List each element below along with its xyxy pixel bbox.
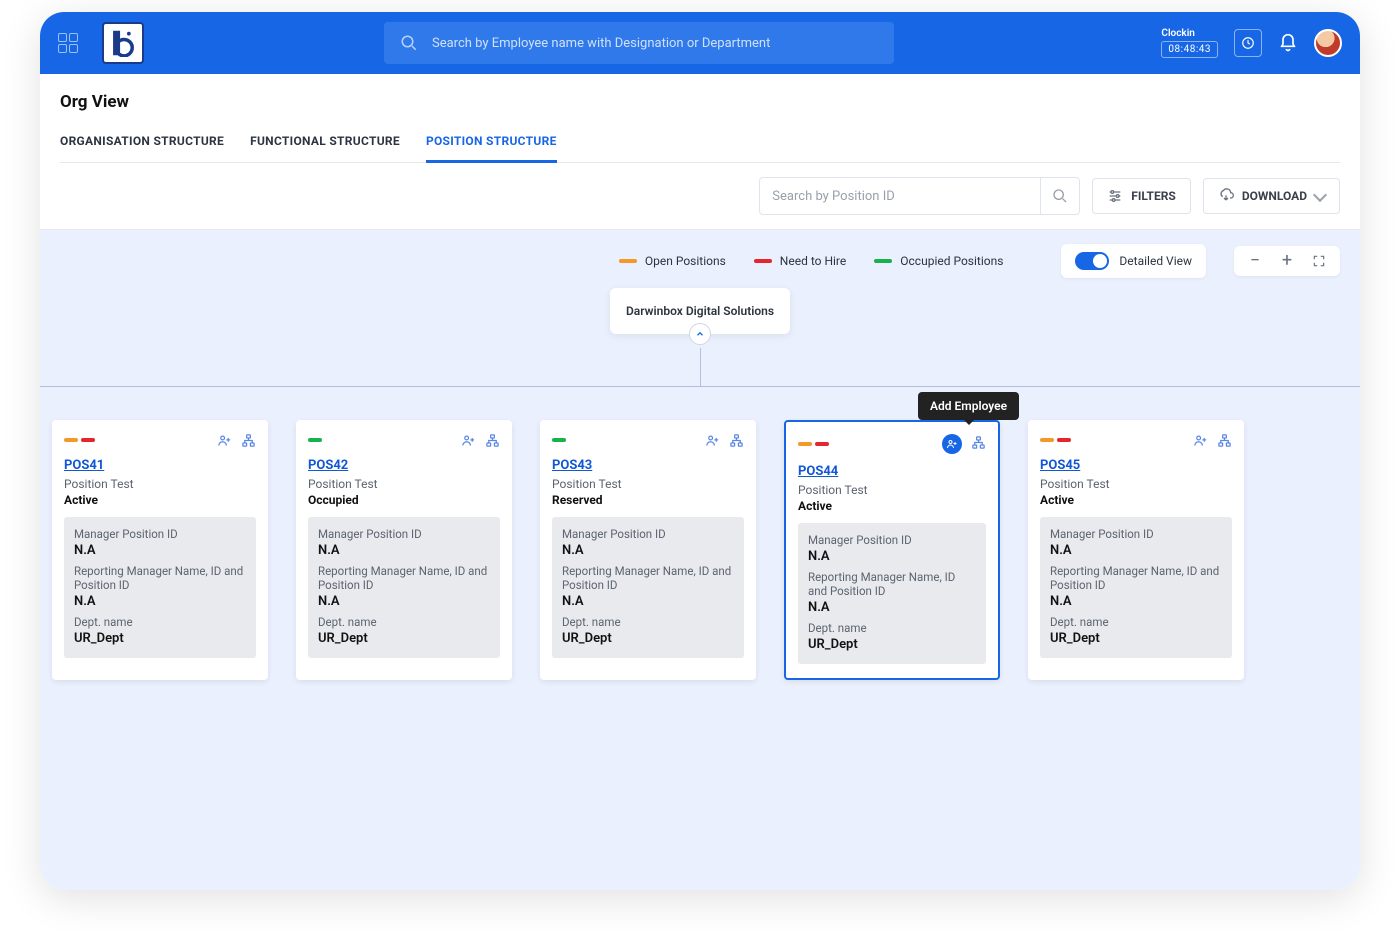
position-card[interactable]: POS45 Position Test Active Manager Position… — [1028, 420, 1244, 680]
add-employee-icon[interactable] — [942, 434, 962, 454]
zoom-in-button[interactable]: + — [1278, 252, 1296, 270]
tabs: ORGANISATION STRUCTURE FUNCTIONAL STRUCTU… — [60, 124, 1340, 163]
page-title: Org View — [60, 92, 1340, 112]
position-title: Position Test — [798, 483, 986, 497]
bell-icon[interactable] — [1278, 33, 1298, 53]
status-bars — [64, 438, 95, 442]
status-bars — [798, 442, 829, 446]
org-tree-icon[interactable] — [728, 432, 744, 448]
org-canvas[interactable]: Open Positions Need to Hire Occupied Pos… — [40, 230, 1360, 890]
sliders-icon — [1107, 188, 1123, 204]
position-card[interactable]: POS42 Position Test Occupied Manager Positi… — [296, 420, 512, 680]
collapse-button[interactable] — [689, 323, 711, 345]
logo[interactable] — [102, 22, 144, 64]
status-bars — [552, 438, 566, 442]
add-employee-icon[interactable] — [216, 432, 232, 448]
position-id-link[interactable]: POS45 — [1040, 458, 1080, 473]
add-employee-icon[interactable] — [704, 432, 720, 448]
expand-icon — [1312, 254, 1326, 268]
position-details: Manager Position IDN.AReporting Manager … — [308, 517, 500, 658]
position-status: Active — [1040, 493, 1232, 507]
position-title: Position Test — [552, 477, 744, 491]
tab-organisation-structure[interactable]: ORGANISATION STRUCTURE — [60, 124, 224, 162]
root-node-title: Darwinbox Digital Solutions — [626, 304, 774, 318]
toolbar: FILTERS DOWNLOAD — [40, 163, 1360, 230]
position-title: Position Test — [64, 477, 256, 491]
filters-button[interactable]: FILTERS — [1092, 178, 1191, 214]
org-tree-icon[interactable] — [484, 432, 500, 448]
root-node[interactable]: Darwinbox Digital Solutions — [610, 288, 790, 334]
zoom-controls: − + — [1234, 246, 1340, 276]
org-tree-icon[interactable] — [1216, 432, 1232, 448]
chevron-up-icon — [695, 329, 705, 339]
legend-row: Open Positions Need to Hire Occupied Pos… — [60, 244, 1340, 278]
clockin-time: 08:48:43 — [1161, 41, 1218, 58]
position-search-button[interactable] — [1041, 178, 1079, 214]
tab-position-structure[interactable]: POSITION STRUCTURE — [426, 124, 557, 163]
position-status: Reserved — [552, 493, 744, 507]
position-card[interactable]: POS43 Position Test Reserved Manager Positi… — [540, 420, 756, 680]
position-cards-row: me, ID POS41Position TestActiveManager P… — [40, 420, 1360, 680]
page-header: Org View ORGANISATION STRUCTURE FUNCTIONA… — [40, 74, 1360, 163]
tab-functional-structure[interactable]: FUNCTIONAL STRUCTURE — [250, 124, 400, 162]
add-employee-icon[interactable] — [460, 432, 476, 448]
zoom-out-button[interactable]: − — [1246, 252, 1264, 270]
add-employee-tooltip: Add Employee — [918, 392, 1019, 420]
position-title: Position Test — [1040, 477, 1232, 491]
position-details: Manager Position IDN.AReporting Manager … — [552, 517, 744, 658]
app-frame: Clockin 08:48:43 Org View ORGANISATION S… — [40, 12, 1360, 890]
position-status: Active — [64, 493, 256, 507]
topbar-right: Clockin 08:48:43 — [1161, 28, 1342, 58]
position-status: Active — [798, 499, 986, 513]
chevron-down-icon — [1313, 187, 1327, 201]
position-card[interactable]: POS44 Position Test Active Manager Position… — [784, 420, 1000, 680]
search-icon — [1052, 188, 1068, 204]
topbar: Clockin 08:48:43 — [40, 12, 1360, 74]
download-label: DOWNLOAD — [1242, 189, 1307, 203]
org-tree-icon[interactable] — [970, 434, 986, 450]
add-employee-icon[interactable] — [1192, 432, 1208, 448]
connector-vertical — [700, 348, 701, 386]
global-search-input[interactable] — [432, 36, 878, 51]
clockin-label: Clockin — [1161, 28, 1194, 39]
search-icon — [400, 34, 418, 52]
detailed-view-switch[interactable] — [1075, 252, 1109, 270]
position-status: Occupied — [308, 493, 500, 507]
logo-glyph — [109, 29, 137, 57]
org-tree-icon[interactable] — [240, 432, 256, 448]
apps-grid-icon[interactable] — [58, 33, 78, 53]
detailed-view-toggle: Detailed View — [1061, 244, 1206, 278]
position-details: Manager Position IDN.AReporting Manager … — [798, 523, 986, 664]
position-id-link[interactable]: POS43 — [552, 458, 592, 473]
position-details: Manager Position IDN.AReporting Manager … — [1040, 517, 1232, 658]
position-title: Position Test — [308, 477, 500, 491]
filters-label: FILTERS — [1131, 189, 1176, 203]
clock-history-button[interactable] — [1234, 29, 1262, 57]
position-id-link[interactable]: POS41 — [64, 458, 104, 473]
global-search[interactable] — [384, 22, 894, 64]
download-icon — [1218, 188, 1234, 204]
clock-icon — [1241, 36, 1255, 50]
status-bars — [1040, 438, 1071, 442]
legend-hire: Need to Hire — [754, 254, 846, 268]
position-details: Manager Position IDN.AReporting Manager … — [64, 517, 256, 658]
position-card[interactable]: POS41 Position Test Active Manager Position… — [52, 420, 268, 680]
detailed-view-label: Detailed View — [1119, 254, 1192, 268]
position-search — [759, 177, 1080, 215]
position-id-link[interactable]: POS44 — [798, 464, 838, 479]
legend-occupied: Occupied Positions — [874, 254, 1003, 268]
connector-horizontal — [40, 386, 1360, 387]
legend-open: Open Positions — [619, 254, 726, 268]
status-bars — [308, 438, 322, 442]
fullscreen-button[interactable] — [1310, 252, 1328, 270]
position-search-input[interactable] — [760, 178, 1040, 214]
clockin-widget[interactable]: Clockin 08:48:43 — [1161, 28, 1218, 58]
download-button[interactable]: DOWNLOAD — [1203, 178, 1340, 214]
avatar[interactable] — [1314, 29, 1342, 57]
position-id-link[interactable]: POS42 — [308, 458, 348, 473]
